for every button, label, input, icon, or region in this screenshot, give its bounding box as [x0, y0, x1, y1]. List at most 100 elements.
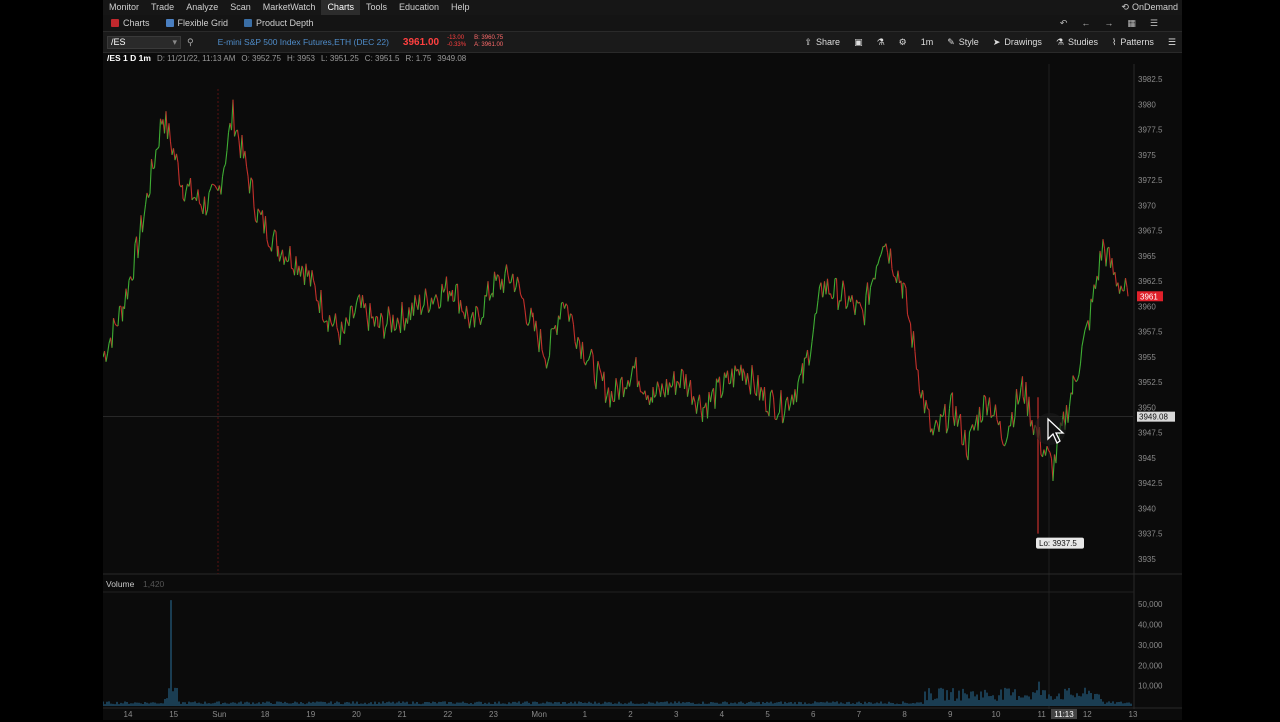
time-tick-label: 6: [811, 710, 816, 719]
price-tick-label: 3942.5: [1138, 479, 1163, 488]
menu-monitor[interactable]: Monitor: [103, 0, 145, 15]
price-tick-label: 3977.5: [1138, 126, 1163, 135]
volume-tick-label: 50,000: [1138, 600, 1163, 609]
time-tick-label: Sun: [212, 710, 226, 719]
flask-icon[interactable]: ⚗: [877, 37, 885, 48]
price-segment: [863, 310, 864, 313]
info-date: D: 11/21/22, 11:13 AM: [157, 54, 235, 63]
gear-icon[interactable]: ⚙: [899, 37, 907, 48]
time-tick-label: Mon: [531, 710, 547, 719]
price-segment: [378, 317, 379, 327]
patterns-label: Patterns: [1120, 37, 1154, 47]
share-button[interactable]: ⇪ Share: [804, 37, 840, 48]
time-tick-label: 21: [398, 710, 407, 719]
price-tick-label: 3965: [1138, 252, 1156, 261]
price-segment: [703, 407, 704, 421]
cursor-icon: ➤: [993, 37, 1001, 48]
menu-education[interactable]: Education: [393, 0, 445, 15]
subtab-product-depth-label: Product Depth: [256, 18, 314, 28]
ondemand-button[interactable]: ⟲ OnDemand: [1121, 0, 1178, 15]
bid-value: B: 3960.75: [474, 35, 503, 42]
studies-label: Studies: [1068, 37, 1098, 47]
time-tick-label: 5: [765, 710, 770, 719]
info-last: 3949.08: [437, 54, 466, 63]
price-chart[interactable]: Lo: 3937.5 3982.539803977.539753972.5397…: [103, 64, 1182, 720]
time-tick-label: 20: [352, 710, 361, 719]
info-range: R: 1.75: [406, 54, 432, 63]
subtab-product-depth[interactable]: Product Depth: [236, 15, 322, 31]
menu-help[interactable]: Help: [445, 0, 476, 15]
crosshair-time-label: 11:13: [1054, 710, 1074, 719]
time-tick-label: 14: [124, 710, 133, 719]
menu-marketwatch[interactable]: MarketWatch: [257, 0, 322, 15]
timeframe-button[interactable]: 1m: [921, 37, 934, 47]
mouse-cursor: [1034, 413, 1066, 445]
depth-icon: [244, 19, 252, 27]
volume-tick-label: 20,000: [1138, 661, 1163, 670]
undo-icon[interactable]: ↶: [1060, 18, 1068, 29]
price-tick-label: 3935: [1138, 555, 1156, 564]
symbol-input[interactable]: /ES ▾: [107, 36, 181, 49]
time-tick-label: 12: [1083, 710, 1092, 719]
subtab-flexible-grid[interactable]: Flexible Grid: [158, 15, 237, 31]
chart-symbol-period: /ES 1 D 1m: [107, 53, 151, 63]
charts-icon: [111, 19, 119, 27]
style-button[interactable]: ✎ Style: [947, 37, 979, 48]
studies-button[interactable]: ⚗ Studies: [1056, 37, 1098, 48]
layout-icon[interactable]: ▦: [1127, 18, 1136, 29]
price-tick-label: 3950: [1138, 403, 1156, 412]
info-high: H: 3953: [287, 54, 315, 63]
menu-tools[interactable]: Tools: [360, 0, 393, 15]
time-tick-label: 10: [992, 710, 1001, 719]
net-change: -13.00 -0.33%: [447, 35, 466, 49]
subtab-charts[interactable]: Charts: [103, 15, 158, 31]
price-segment: [723, 391, 724, 394]
menu-trade[interactable]: Trade: [145, 0, 180, 15]
back-arrow-icon[interactable]: ←: [1081, 18, 1090, 28]
snapshot-icon[interactable]: ▣: [854, 37, 863, 48]
symbol-lookup-icon[interactable]: ⚲: [187, 37, 194, 48]
menu-charts[interactable]: Charts: [321, 0, 360, 15]
menu-analyze[interactable]: Analyze: [180, 0, 224, 15]
time-tick-label: 4: [720, 710, 725, 719]
drawings-button[interactable]: ➤ Drawings: [993, 37, 1042, 48]
price-tick-label: 3962.5: [1138, 277, 1163, 286]
symbol-dropdown-icon[interactable]: ▾: [172, 37, 177, 48]
ask-value: A: 3961.00: [474, 42, 503, 49]
subtab-flexible-grid-label: Flexible Grid: [178, 18, 229, 28]
price-segment: [823, 297, 824, 298]
net-change-pct: -0.33%: [447, 42, 466, 49]
price-segment: [453, 290, 454, 301]
chart-toolbar: /ES ▾ ⚲ E-mini S&P 500 Index Futures,ETH…: [103, 31, 1182, 53]
time-tick-label: 1: [583, 710, 588, 719]
price-tick-label: 3972.5: [1138, 176, 1163, 185]
subbar-controls: ↶ ← → ▦ ☰: [1060, 15, 1182, 31]
last-price: 3961.00: [403, 37, 439, 48]
time-tick-label: 23: [489, 710, 498, 719]
menu-scan[interactable]: Scan: [224, 0, 257, 15]
time-tick-label: 9: [948, 710, 953, 719]
time-tick-label: 22: [443, 710, 452, 719]
forward-arrow-icon[interactable]: →: [1104, 18, 1113, 28]
toolbar-menu-icon[interactable]: ☰: [1168, 37, 1176, 48]
patterns-button[interactable]: ⌇ Patterns: [1112, 37, 1154, 48]
thinkorswim-app: Monitor Trade Analyze Scan MarketWatch C…: [103, 0, 1182, 720]
price-segment: [482, 317, 484, 318]
chart-area[interactable]: Lo: 3937.5 3982.539803977.539753972.5397…: [103, 64, 1182, 720]
style-label: Style: [959, 37, 979, 47]
price-tick-label: 3945: [1138, 454, 1156, 463]
time-tick-label: 19: [306, 710, 315, 719]
price-tick-label: 3952.5: [1138, 378, 1163, 387]
price-segment: [923, 390, 924, 392]
studies-icon: ⚗: [1056, 37, 1064, 48]
price-segment: [551, 329, 553, 330]
price-segment: [462, 311, 464, 312]
volume-label: Volume: [106, 579, 135, 589]
price-tick-label: 3947.5: [1138, 429, 1163, 438]
last-price-tag-label: 3961: [1140, 292, 1158, 301]
price-tick-label: 3937.5: [1138, 530, 1163, 539]
price-tick-label: 3960: [1138, 302, 1156, 311]
ondemand-icon: ⟲: [1121, 0, 1129, 15]
menu-list-icon[interactable]: ☰: [1150, 18, 1158, 29]
price-segment: [729, 383, 731, 384]
